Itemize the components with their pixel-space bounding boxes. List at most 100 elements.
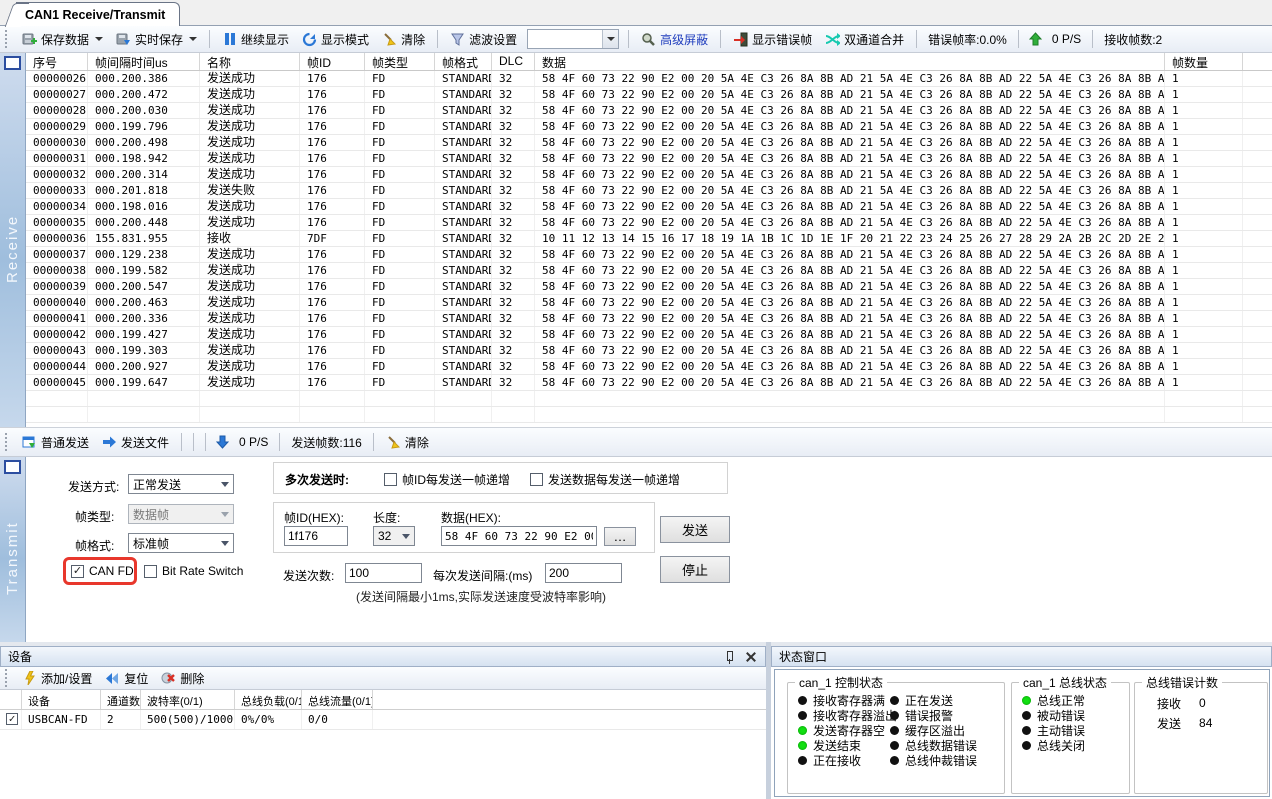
- add-setup-button[interactable]: 添加/设置: [19, 668, 95, 689]
- save-data-button[interactable]: 保存数据: [19, 29, 106, 50]
- table-row[interactable]: 00000042000.199.427发送成功176FDSTANDARD3258…: [26, 327, 1272, 343]
- continue-display-button[interactable]: 继续显示: [219, 29, 292, 50]
- bit-rate-switch-checkbox[interactable]: Bit Rate Switch: [144, 564, 243, 578]
- table-row[interactable]: 00000040000.200.463发送成功176FDSTANDARD3258…: [26, 295, 1272, 311]
- table-cell: 发送成功: [200, 103, 300, 118]
- pin-icon[interactable]: [722, 650, 736, 664]
- send-times-input[interactable]: [345, 563, 422, 583]
- save-data-dropdown-caret[interactable]: [95, 37, 103, 41]
- checkbox-unchecked-icon: [384, 473, 397, 486]
- table-row[interactable]: 00000044000.200.927发送成功176FDSTANDARD3258…: [26, 359, 1272, 375]
- table-cell: 发送成功: [200, 215, 300, 230]
- column-header[interactable]: 设备: [22, 690, 101, 709]
- table-row[interactable]: 00000035000.200.448发送成功176FDSTANDARD3258…: [26, 215, 1272, 231]
- data-hex-input[interactable]: [441, 526, 597, 546]
- column-header[interactable]: 帧格式: [435, 53, 492, 70]
- table-cell: 58 4F 60 73 22 90 E2 00 20 5A 4E C3 26 8…: [535, 167, 1165, 182]
- table-row[interactable]: 00000028000.200.030发送成功176FDSTANDARD3258…: [26, 103, 1272, 119]
- table-cell: 00000038: [26, 263, 88, 278]
- status-led-label: 正在接收: [813, 752, 861, 769]
- frame-id-input[interactable]: [284, 526, 348, 546]
- status-led-item: 正在发送: [890, 693, 977, 708]
- interval-input[interactable]: [545, 563, 622, 583]
- column-header[interactable]: 名称: [200, 53, 300, 70]
- show-error-frames-button[interactable]: 显示错误帧: [730, 29, 815, 50]
- table-row[interactable]: 00000038000.199.582发送成功176FDSTANDARD3258…: [26, 263, 1272, 279]
- clear-receive-button[interactable]: 清除: [379, 29, 428, 50]
- clear-transmit-button[interactable]: 清除: [383, 432, 432, 453]
- toolbar-grip[interactable]: [5, 433, 9, 451]
- device-table-row[interactable]: USBCAN-FD 2 500(500)/1000(5000) 0%/0% 0/…: [0, 710, 766, 730]
- table-row[interactable]: 00000045000.199.647发送成功176FDSTANDARD3258…: [26, 375, 1272, 391]
- table-row[interactable]: 00000029000.199.796发送成功176FDSTANDARD3258…: [26, 119, 1272, 135]
- column-header[interactable]: 通道数: [101, 690, 141, 709]
- column-header[interactable]: [0, 690, 22, 709]
- device-checkbox[interactable]: [0, 710, 22, 729]
- reset-button[interactable]: 复位: [102, 668, 151, 689]
- id-increment-checkbox[interactable]: 帧ID每发送一帧递增: [384, 471, 510, 488]
- stop-button[interactable]: 停止: [660, 556, 730, 583]
- data-increment-checkbox[interactable]: 发送数据每发送一帧递增: [530, 471, 680, 488]
- advanced-mask-label: 高级屏蔽: [660, 31, 708, 48]
- display-mode-button[interactable]: 显示模式: [299, 29, 372, 50]
- column-header[interactable]: 数据: [535, 53, 1165, 70]
- dual-channel-merge-button[interactable]: 双通道合并: [822, 29, 907, 50]
- table-row[interactable]: 00000037000.129.238发送成功176FDSTANDARD3258…: [26, 247, 1272, 263]
- chevron-down-icon: [607, 37, 615, 41]
- error-frame-icon: [733, 32, 748, 47]
- can-fd-checkbox[interactable]: CAN FD: [71, 564, 134, 578]
- column-header[interactable]: 帧间隔时间us: [88, 53, 200, 70]
- realtime-save-button[interactable]: 实时保存: [113, 29, 200, 50]
- frame-type-select[interactable]: 数据帧: [128, 504, 234, 524]
- toolbar-grip[interactable]: [5, 30, 9, 48]
- length-select[interactable]: 32: [373, 526, 415, 546]
- continue-display-label: 继续显示: [241, 31, 289, 48]
- normal-send-button[interactable]: 普通发送: [19, 432, 92, 453]
- close-icon[interactable]: [744, 650, 758, 664]
- table-row[interactable]: 00000026000.200.386发送成功176FDSTANDARD3258…: [26, 71, 1272, 87]
- filter-settings-button[interactable]: 滤波设置: [447, 29, 520, 50]
- table-cell: 58 4F 60 73 22 90 E2 00 20 5A 4E C3 26 8…: [535, 215, 1165, 230]
- table-row[interactable]: 00000032000.200.314发送成功176FDSTANDARD3258…: [26, 167, 1272, 183]
- table-cell: 1: [1165, 311, 1243, 326]
- table-cell: 00000032: [26, 167, 88, 182]
- toolbar-grip[interactable]: [5, 669, 9, 687]
- table-row[interactable]: 00000036155.831.955接收7DFFDSTANDARD3210 1…: [26, 231, 1272, 247]
- column-header[interactable]: DLC: [492, 53, 535, 70]
- table-cell: 00000041: [26, 311, 88, 326]
- tab-can1-receive-transmit[interactable]: CAN1 Receive/Transmit: [16, 2, 180, 26]
- table-row[interactable]: 00000027000.200.472发送成功176FDSTANDARD3258…: [26, 87, 1272, 103]
- receive-side-tab[interactable]: Receive: [0, 53, 26, 427]
- table-row[interactable]: 00000031000.198.942发送成功176FDSTANDARD3258…: [26, 151, 1272, 167]
- table-row[interactable]: 00000030000.200.498发送成功176FDSTANDARD3258…: [26, 135, 1272, 151]
- table-row[interactable]: 00000034000.198.016发送成功176FDSTANDARD3258…: [26, 199, 1272, 215]
- table-row[interactable]: 00000043000.199.303发送成功176FDSTANDARD3258…: [26, 343, 1272, 359]
- table-row[interactable]: 00000033000.201.818发送失败176FDSTANDARD3258…: [26, 183, 1272, 199]
- send-file-button[interactable]: 发送文件: [99, 432, 172, 453]
- column-header[interactable]: 序号: [26, 53, 88, 70]
- frame-format-select[interactable]: 标准帧: [128, 533, 234, 553]
- bus-error-count-legend: 总线错误计数: [1142, 674, 1222, 691]
- column-header[interactable]: 总线流量(0/1): [302, 690, 373, 709]
- table-row[interactable]: 00000039000.200.547发送成功176FDSTANDARD3258…: [26, 279, 1272, 295]
- data-more-button[interactable]: …: [604, 527, 636, 546]
- advanced-mask-button[interactable]: 高级屏蔽: [638, 29, 711, 50]
- filter-combobox[interactable]: [527, 29, 619, 49]
- transmit-side-tab[interactable]: Transmit: [0, 457, 26, 642]
- send-mode-select[interactable]: 正常发送: [128, 474, 234, 494]
- column-header[interactable]: 波特率(0/1): [141, 690, 235, 709]
- delete-button[interactable]: 删除: [158, 668, 207, 689]
- status-led-item: 被动错误: [1022, 708, 1129, 723]
- table-row[interactable]: 00000041000.200.336发送成功176FDSTANDARD3258…: [26, 311, 1272, 327]
- dual-channel-merge-label: 双通道合并: [844, 31, 904, 48]
- realtime-save-dropdown-caret[interactable]: [189, 37, 197, 41]
- receive-table-header: 序号帧间隔时间us名称帧ID帧类型帧格式DLC数据帧数量: [26, 53, 1272, 71]
- column-header[interactable]: 帧类型: [365, 53, 435, 70]
- column-header[interactable]: 帧ID: [300, 53, 365, 70]
- column-header[interactable]: 总线负载(0/1): [235, 690, 302, 709]
- table-cell: 176: [300, 151, 365, 166]
- combobox-dropdown-button[interactable]: [602, 30, 618, 48]
- column-header[interactable]: 帧数量: [1165, 53, 1243, 70]
- send-button[interactable]: 发送: [660, 516, 730, 543]
- separator: [193, 433, 194, 451]
